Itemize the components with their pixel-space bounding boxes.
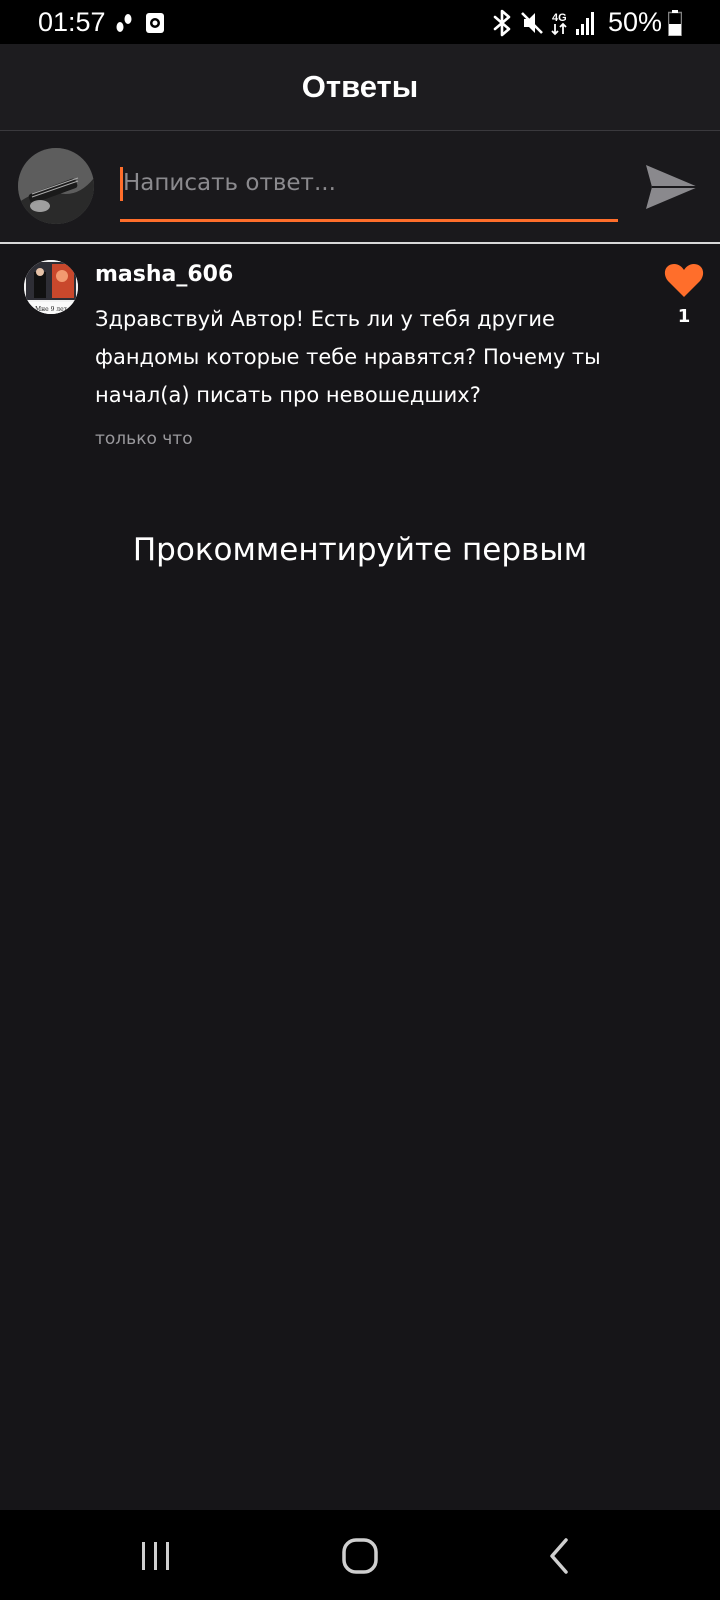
heart-icon — [664, 264, 704, 297]
back-icon[interactable] — [530, 1532, 590, 1580]
comment-username[interactable]: masha_606 — [95, 262, 233, 287]
footsteps-icon — [116, 14, 132, 32]
status-left-icons — [116, 13, 164, 33]
4g-icon: 4G — [551, 12, 567, 36]
svg-text:4G: 4G — [552, 12, 567, 24]
comment-text: Здравствуй Автор! Есть ли у тебя другие … — [95, 307, 601, 407]
screen-record-icon — [146, 13, 164, 33]
comment-item: Мне 9 лет masha_606 Здравствуй Автор! Ес… — [0, 244, 720, 464]
status-bar: 01:57 4G 50% — [0, 0, 720, 44]
like-count: 1 — [677, 306, 691, 327]
battery-percent: 50% — [608, 7, 663, 37]
svg-text:Мне 9 лет: Мне 9 лет — [35, 306, 68, 313]
status-right-icons: 4G — [493, 9, 594, 37]
recent-apps-icon[interactable] — [126, 1532, 186, 1580]
replies-content: Мне 9 лет masha_606 Здравствуй Автор! Ес… — [0, 244, 720, 1510]
text-caret — [120, 167, 123, 201]
reply-composer — [0, 131, 720, 244]
home-icon[interactable] — [330, 1532, 390, 1580]
system-nav-bar — [0, 1510, 720, 1600]
page-title: Ответы — [301, 69, 419, 104]
empty-state-message: Прокомментируйте первым — [132, 532, 588, 568]
comment-timestamp: только что — [95, 429, 193, 449]
status-time: 01:57 — [38, 7, 106, 37]
reply-input[interactable] — [120, 161, 623, 205]
signal-icon — [576, 12, 594, 35]
mute-icon — [521, 12, 543, 34]
reply-input-underline — [120, 219, 618, 222]
bluetooth-icon — [493, 9, 511, 37]
commenter-avatar[interactable]: Мне 9 лет — [24, 260, 78, 314]
like-button[interactable] — [664, 262, 704, 298]
send-button[interactable] — [644, 161, 700, 213]
battery-icon — [668, 10, 682, 36]
current-user-avatar[interactable] — [18, 148, 94, 224]
app-header: Ответы — [0, 44, 720, 131]
